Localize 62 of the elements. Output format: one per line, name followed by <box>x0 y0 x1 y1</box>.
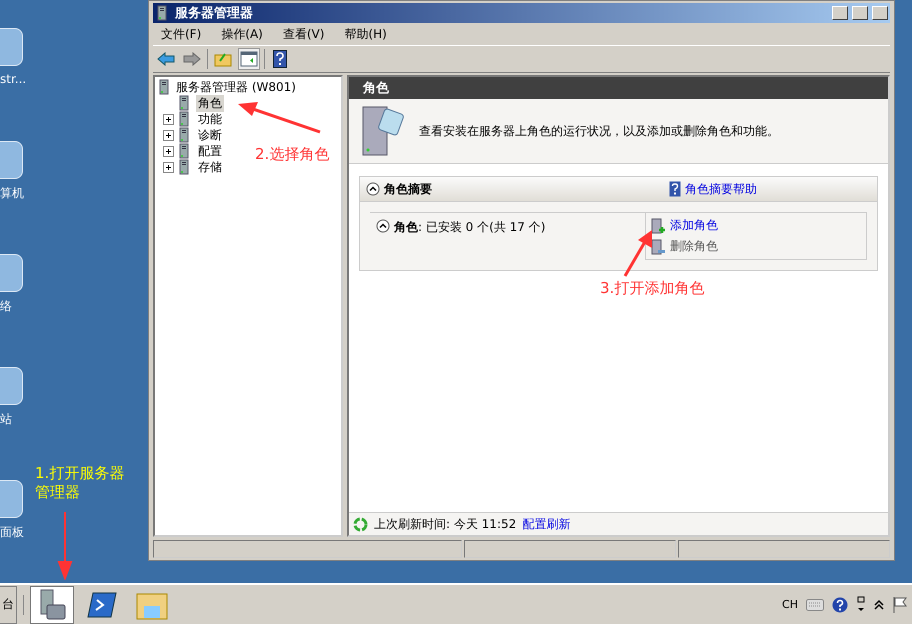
expand-icon[interactable] <box>163 146 174 156</box>
help-icon <box>273 50 287 68</box>
language-indicator[interactable]: CH <box>782 598 798 611</box>
tree-item[interactable]: 服务器管理器 (W801) <box>176 78 296 96</box>
desktop-icon[interactable] <box>0 141 23 179</box>
server-icon <box>650 218 666 234</box>
configure-refresh-link[interactable]: 配置刷新 <box>522 516 570 532</box>
annotation-arrow <box>56 512 74 580</box>
collapse-icon[interactable] <box>366 182 380 196</box>
help-icon[interactable] <box>832 596 848 612</box>
expand-icon[interactable] <box>163 114 174 124</box>
desktop-icon[interactable] <box>0 28 23 66</box>
start-button[interactable]: 台 <box>0 586 17 624</box>
menu-item[interactable]: 帮助(H) <box>336 26 395 42</box>
desktop-icon-label: 站 <box>0 411 12 428</box>
folder-icon <box>214 51 232 67</box>
tree-item[interactable]: 存储 <box>196 158 224 176</box>
tree-item[interactable]: 功能 <box>196 110 224 128</box>
menu-item[interactable]: 操作(A) <box>213 26 271 42</box>
keyboard-icon[interactable] <box>806 598 824 610</box>
desktop-icon-label: 络 <box>0 298 12 315</box>
chevron-up-icon[interactable] <box>874 598 884 610</box>
annotation-text: 1.打开服务器管理器 <box>35 464 126 502</box>
desktop-icon[interactable] <box>0 254 23 292</box>
window-title: 服务器管理器 <box>175 5 254 22</box>
menu-item[interactable]: 文件(F) <box>153 26 210 42</box>
panel-icon <box>240 51 258 67</box>
taskbar-button[interactable] <box>30 586 74 624</box>
description-text: 查看安装在服务器上角色的运行状况，以及添加或删除角色和功能。 <box>419 122 779 140</box>
collapse-icon[interactable] <box>376 219 390 233</box>
tree-item[interactable]: 配置 <box>196 142 224 160</box>
server-icon <box>650 238 666 254</box>
pane-header: 角色 <box>349 77 888 99</box>
flag-icon[interactable] <box>892 596 908 614</box>
desktop-icon-label: 面板 <box>0 524 24 541</box>
restore-icon[interactable] <box>856 596 866 614</box>
annotation-text: 3.打开添加角色 <box>600 279 704 298</box>
refresh-icon <box>353 516 368 532</box>
refresh-time-text: 上次刷新时间: 今天 11:52 <box>374 516 516 532</box>
expand-icon[interactable] <box>163 162 174 172</box>
desktop-icon-label: str... <box>0 72 26 86</box>
minimize-button[interactable] <box>832 6 848 20</box>
desktop-icon[interactable] <box>0 367 23 405</box>
section-title: 角色摘要 <box>384 180 433 198</box>
maximize-button[interactable] <box>852 6 868 20</box>
annotation-text: 2.选择角色 <box>255 145 330 164</box>
roles-status-text: 角色: 已安装 0 个(共 17 个) <box>394 219 546 236</box>
help-link[interactable]: 角色摘要帮助 <box>685 180 871 198</box>
tree-item[interactable]: 诊断 <box>196 126 224 144</box>
tree-item[interactable]: 角色 <box>196 94 224 112</box>
help-icon <box>669 181 681 197</box>
desktop-icon[interactable] <box>0 480 23 518</box>
left-arrow-icon <box>157 52 175 66</box>
show-hide-tree-button[interactable] <box>238 48 260 70</box>
menu-item[interactable]: 查看(V) <box>274 26 332 42</box>
expand-icon[interactable] <box>163 130 174 140</box>
action-link[interactable]: 删除角色 <box>670 238 718 255</box>
action-link[interactable]: 添加角色 <box>670 217 718 234</box>
desktop-icon-label: 算机 <box>0 185 24 202</box>
terminal-icon <box>87 592 117 618</box>
close-button[interactable] <box>872 6 888 20</box>
right-arrow-icon <box>183 52 201 66</box>
